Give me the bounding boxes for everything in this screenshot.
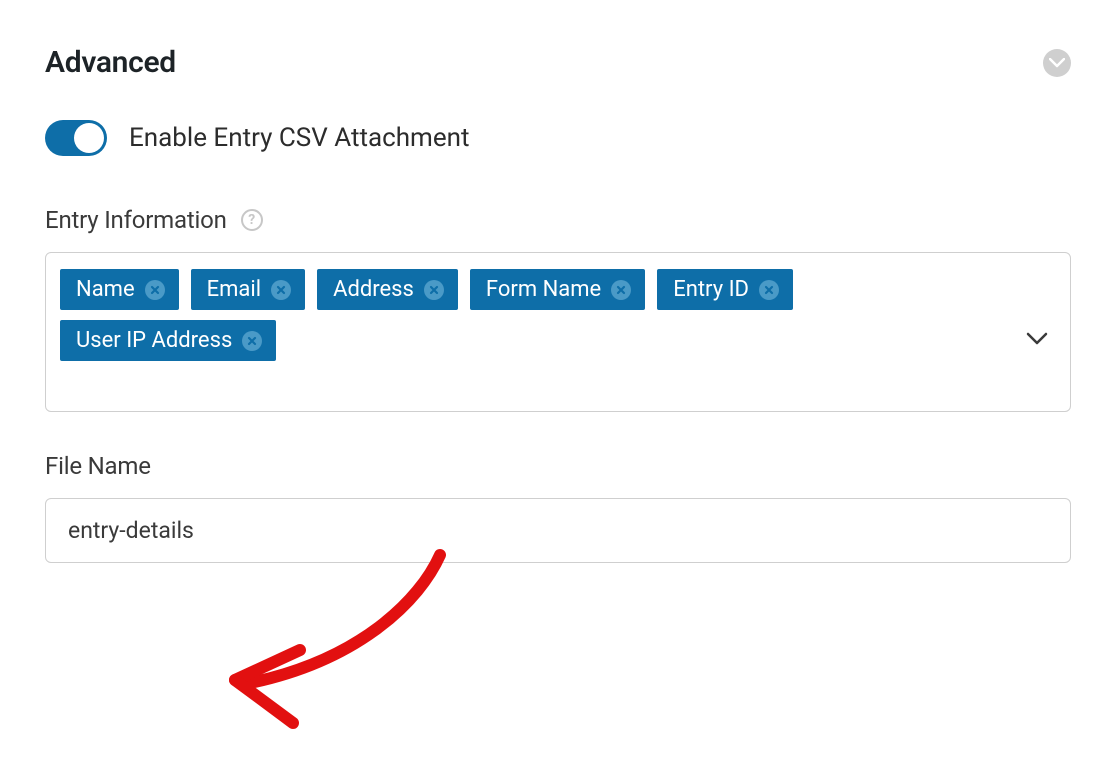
tag-remove[interactable] [611, 280, 631, 300]
tag: Name [60, 269, 179, 310]
file-name-label-row: File Name [45, 452, 1071, 480]
enable-csv-row: Enable Entry CSV Attachment [45, 120, 1071, 156]
enable-csv-label: Enable Entry CSV Attachment [129, 123, 470, 153]
entry-information-label: Entry Information [45, 206, 227, 234]
section-header: Advanced [45, 45, 1071, 80]
tag-remove[interactable] [145, 280, 165, 300]
tag-remove[interactable] [242, 331, 262, 351]
tag-label: Form Name [486, 277, 601, 302]
entry-information-block: Entry Information ? Name Email Address Form… [45, 206, 1071, 412]
close-icon [429, 285, 439, 295]
enable-csv-toggle[interactable] [45, 120, 107, 156]
help-icon[interactable]: ? [241, 209, 263, 231]
tag: Form Name [470, 269, 645, 310]
tag: User IP Address [60, 320, 276, 361]
file-name-label: File Name [45, 452, 151, 480]
tag-remove[interactable] [424, 280, 444, 300]
close-icon [616, 285, 626, 295]
entry-information-label-row: Entry Information ? [45, 206, 1071, 234]
chevron-down-icon [1049, 58, 1065, 68]
section-title: Advanced [45, 45, 176, 80]
tag-label: User IP Address [76, 328, 232, 353]
collapse-toggle[interactable] [1043, 49, 1071, 77]
tag: Entry ID [657, 269, 793, 310]
dropdown-arrow[interactable] [1026, 331, 1048, 350]
tag: Address [317, 269, 458, 310]
file-name-input[interactable] [45, 498, 1071, 563]
close-icon [150, 285, 160, 295]
annotation-arrow [195, 545, 475, 755]
tag-remove[interactable] [759, 280, 779, 300]
close-icon [247, 336, 257, 346]
tag-label: Address [333, 277, 414, 302]
toggle-knob [74, 123, 104, 153]
tag: Email [191, 269, 305, 310]
tag-label: Email [207, 277, 261, 302]
file-name-block: File Name [45, 452, 1071, 563]
close-icon [276, 285, 286, 295]
tag-label: Name [76, 277, 135, 302]
close-icon [764, 285, 774, 295]
tags-wrap: Name Email Address Form Name Entry ID User IP… [60, 269, 960, 361]
tag-label: Entry ID [673, 277, 749, 302]
entry-information-select[interactable]: Name Email Address Form Name Entry ID User IP… [45, 252, 1071, 412]
chevron-down-icon [1026, 332, 1048, 346]
tag-remove[interactable] [271, 280, 291, 300]
